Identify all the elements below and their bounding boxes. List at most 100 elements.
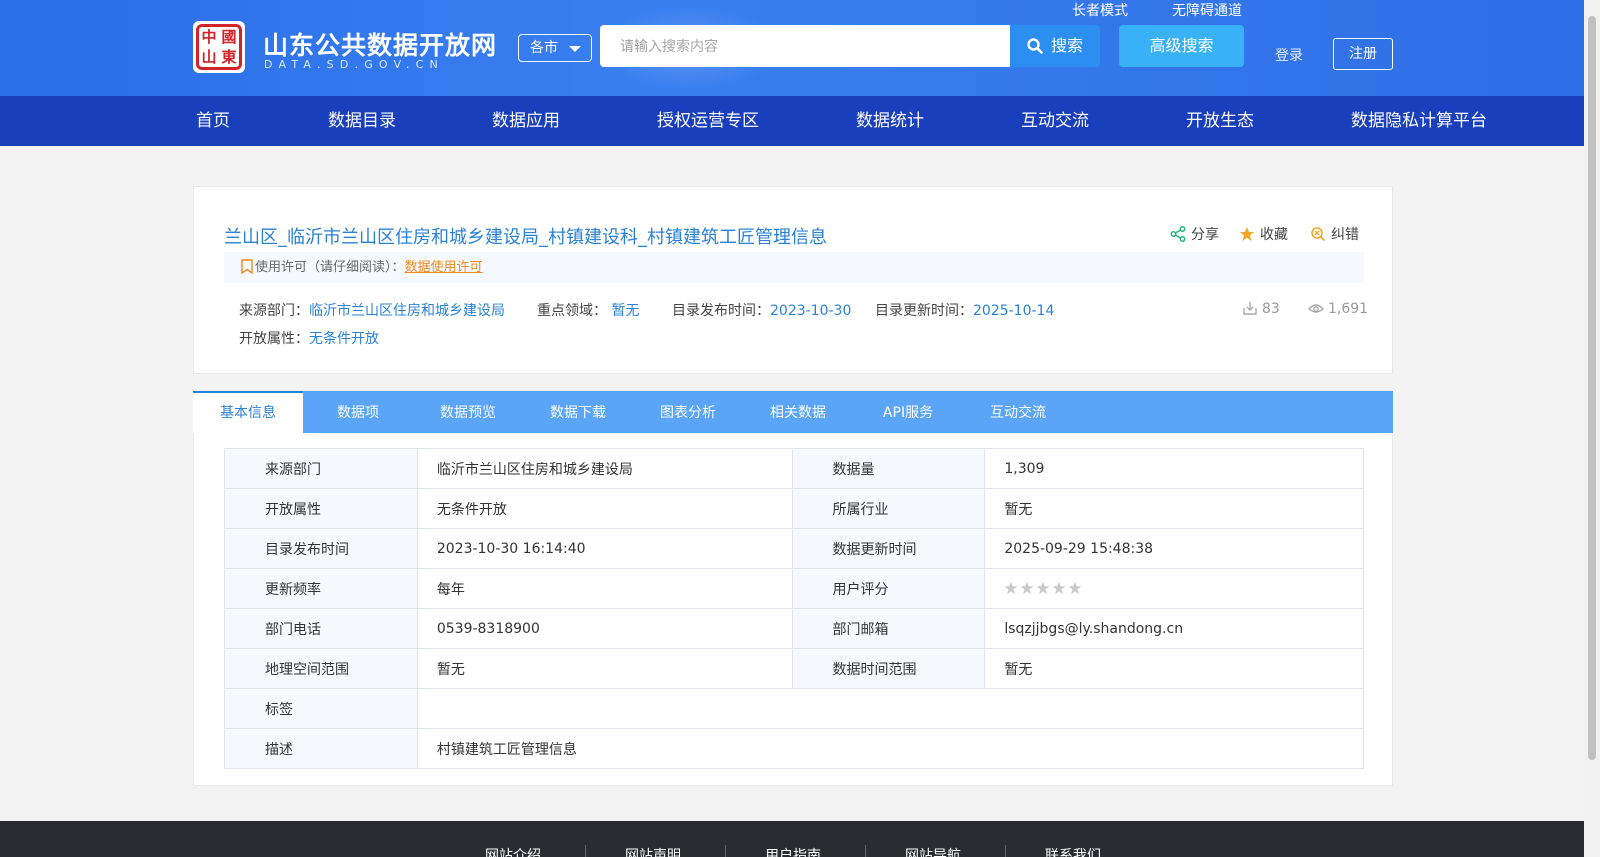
meta-publish-time: 目录发布时间：2023-10-30 [672, 300, 851, 320]
search-input[interactable] [600, 25, 1010, 67]
table-value: 暂无 [984, 648, 1364, 689]
footer-divider [585, 845, 586, 857]
tab-data-download[interactable]: 数据下载 [523, 391, 633, 433]
scrollbar-thumb[interactable] [1588, 16, 1596, 760]
user-rating[interactable] [984, 568, 1364, 609]
caret-down-icon [569, 46, 581, 52]
city-select[interactable]: 各市 [518, 34, 592, 62]
share-button[interactable]: 分享 [1170, 224, 1219, 244]
elder-mode-link[interactable]: 长者模式 [1072, 0, 1128, 20]
nav-item-statistics[interactable]: 数据统计 [856, 96, 924, 146]
meta-update-label: 目录更新时间： [875, 303, 973, 319]
footer-link-sitemap[interactable]: 网站导航 [905, 845, 961, 857]
tag-value [416, 688, 1365, 729]
rating-star-icon[interactable] [1036, 581, 1050, 595]
tab-interaction[interactable]: 互动交流 [963, 391, 1073, 433]
accessibility-link[interactable]: 无障碍通道 [1172, 0, 1242, 20]
download-icon [1243, 302, 1257, 315]
site-logo[interactable]: 中 國 山 東 [193, 21, 245, 73]
tab-basic-info[interactable]: 基本信息 [193, 391, 303, 433]
rating-stars[interactable] [1004, 581, 1084, 597]
meta-publish-label: 目录发布时间： [672, 303, 770, 319]
table-value: 临沂市兰山区住房和城乡建设局 [416, 448, 793, 489]
table-value: 2023-10-30 16:14:40 [416, 528, 793, 569]
table-row: 描述 村镇建筑工匠管理信息 [224, 728, 1365, 769]
meta-source-value[interactable]: 临沂市兰山区住房和城乡建设局 [309, 303, 505, 319]
site-header: 中 國 山 東 山东公共数据开放网 DATA.SD.GOV.CN 各市 搜索 高… [0, 0, 1584, 96]
footer-link-contact[interactable]: 联系我们 [1045, 845, 1101, 857]
site-domain: DATA.SD.GOV.CN [264, 58, 444, 71]
table-key: 数据量 [791, 448, 986, 489]
table-value: 暂无 [416, 648, 793, 689]
tab-data-preview[interactable]: 数据预览 [413, 391, 523, 433]
table-value: 无条件开放 [416, 488, 793, 529]
favorite-label: 收藏 [1260, 227, 1288, 243]
table-key: 部门邮箱 [791, 608, 986, 649]
table-key: 数据更新时间 [791, 528, 986, 569]
footer-divider [1005, 845, 1006, 857]
tab-related-data[interactable]: 相关数据 [743, 391, 853, 433]
detail-tabs: 基本信息 数据项 数据预览 数据下载 图表分析 相关数据 API服务 互动交流 [193, 391, 1393, 433]
table-value: lsqzjjbgs@ly.shandong.cn [984, 608, 1364, 649]
table-row: 标签 [224, 688, 1365, 729]
logo-seal-icon: 中 國 山 東 [196, 24, 242, 70]
rating-star-icon[interactable] [1020, 581, 1034, 595]
table-value: 暂无 [984, 488, 1364, 529]
rating-star-icon[interactable] [1052, 581, 1066, 595]
license-link[interactable]: 数据使用许可 [405, 260, 483, 275]
footer-link-about[interactable]: 网站介绍 [485, 845, 541, 857]
meta-open-value: 无条件开放 [309, 331, 379, 347]
rating-star-icon[interactable] [1068, 581, 1082, 595]
footer-link-statement[interactable]: 网站声明 [625, 845, 681, 857]
advanced-search-button[interactable]: 高级搜索 [1119, 25, 1244, 67]
tab-chart-analysis[interactable]: 图表分析 [633, 391, 743, 433]
nav-item-home[interactable]: 首页 [196, 96, 230, 146]
dataset-title: 兰山区_临沂市兰山区住房和城乡建设局_村镇建设科_村镇建筑工匠管理信息 [224, 227, 827, 248]
page-scrollbar[interactable] [1584, 0, 1600, 857]
favorite-button[interactable]: 收藏 [1239, 224, 1288, 244]
nav-item-ecosystem[interactable]: 开放生态 [1186, 96, 1254, 146]
table-row: 地理空间范围 暂无 数据时间范围 暂无 [224, 648, 1364, 689]
meta-publish-value: 2023-10-30 [770, 303, 852, 319]
basic-info-table: 来源部门 临沂市兰山区住房和城乡建设局 数据量 1,309 开放属性 无条件开放… [224, 448, 1365, 769]
table-row: 开放属性 无条件开放 所属行业 暂无 [224, 488, 1364, 529]
table-key: 更新频率 [224, 568, 418, 609]
table-value: 1,309 [984, 448, 1364, 489]
table-key: 地理空间范围 [224, 648, 418, 689]
table-key: 数据时间范围 [791, 648, 986, 689]
correct-error-button[interactable]: 纠错 [1310, 224, 1359, 244]
table-key: 标签 [224, 688, 418, 729]
table-value: 2025-09-29 15:48:38 [984, 528, 1364, 569]
nav-item-catalog[interactable]: 数据目录 [328, 96, 396, 146]
search-icon [1027, 38, 1043, 54]
table-key: 所属行业 [791, 488, 986, 529]
table-key: 用户评分 [791, 568, 986, 609]
tab-data-items[interactable]: 数据项 [303, 391, 413, 433]
table-key: 来源部门 [224, 448, 418, 489]
nav-item-interaction[interactable]: 互动交流 [1021, 96, 1089, 146]
table-row: 来源部门 临沂市兰山区住房和城乡建设局 数据量 1,309 [224, 448, 1364, 489]
nav-item-privacy-computing[interactable]: 数据隐私计算平台 [1351, 96, 1487, 146]
description-value: 村镇建筑工匠管理信息 [416, 728, 1365, 769]
basic-info-panel: 来源部门 临沂市兰山区住房和城乡建设局 数据量 1,309 开放属性 无条件开放… [193, 433, 1393, 786]
seal-char: 中 [201, 28, 217, 46]
rating-star-icon[interactable] [1004, 581, 1018, 595]
seal-char: 國 [221, 28, 237, 46]
table-key: 部门电话 [224, 608, 418, 649]
meta-source: 来源部门：临沂市兰山区住房和城乡建设局 [239, 300, 505, 320]
table-value: 0539-8318900 [416, 608, 793, 649]
eye-icon [1308, 304, 1324, 313]
table-row: 部门电话 0539-8318900 部门邮箱 lsqzjjbgs@ly.shan… [224, 608, 1364, 649]
search-button[interactable]: 搜索 [1010, 25, 1100, 67]
nav-item-authorized-ops[interactable]: 授权运营专区 [657, 96, 759, 146]
footer-divider [865, 845, 866, 857]
search-button-label: 搜索 [1050, 36, 1083, 55]
tab-api-service[interactable]: API服务 [853, 391, 963, 433]
magnifier-error-icon [1311, 227, 1326, 242]
register-button[interactable]: 注册 [1333, 38, 1393, 70]
nav-item-apps[interactable]: 数据应用 [492, 96, 560, 146]
login-link[interactable]: 登录 [1275, 45, 1303, 65]
license-bar: 使用许可（请仔细阅读）：数据使用许可 [224, 252, 1364, 283]
share-label: 分享 [1191, 227, 1219, 243]
footer-link-guide[interactable]: 用户指南 [765, 845, 821, 857]
